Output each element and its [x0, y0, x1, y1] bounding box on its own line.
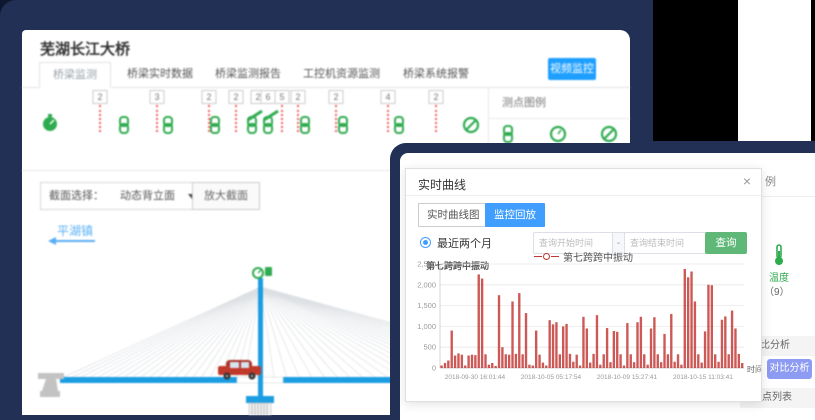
car — [218, 360, 261, 380]
tab-monitor-playback[interactable]: 监控回放 — [485, 203, 545, 227]
chain-legend-icon — [502, 125, 514, 143]
legend-partial-text: 例 — [765, 173, 776, 189]
alarm-dash-line — [387, 105, 389, 132]
svg-text:0: 0 — [432, 364, 436, 373]
svg-text:2,000: 2,000 — [417, 280, 436, 289]
legend-line-icon — [551, 256, 559, 257]
dialog-header: 实时曲线 × — [406, 169, 761, 196]
tab-ipc-resource[interactable]: 工控机资源监测 — [290, 62, 393, 86]
sensor-badge: 2 — [229, 90, 244, 104]
svg-text:2018-10-05 05:17:54: 2018-10-05 05:17:54 — [521, 374, 582, 381]
temperature-count: （9） — [764, 283, 790, 298]
thermometer-icon — [773, 244, 785, 266]
chain-sensor-icon[interactable] — [337, 116, 349, 134]
alarm-dash-line — [99, 105, 101, 132]
inclinometer-needles-icon — [246, 108, 286, 122]
desktop-black-gap — [653, 0, 738, 141]
temperature-label: 温度 — [769, 269, 789, 284]
no-entry-icon[interactable] — [462, 116, 480, 134]
tab-bar: 桥梁监测 桥梁实时数据 桥梁监测报告 工控机资源监测 桥梁系统报警 — [22, 62, 630, 88]
compare-analysis-button[interactable]: 对比分析 — [767, 359, 812, 379]
vibration-chart: 第七跨跨中振动 05001,0001,5002,0002,5002018-09-… — [406, 259, 761, 391]
chain-sensor-icon[interactable] — [209, 116, 221, 134]
tab-realtime-curve[interactable]: 实时曲线图 — [418, 203, 489, 227]
gauge-legend-icon — [549, 125, 567, 143]
sensor-badge: 2 — [93, 90, 108, 104]
page-title: 芜湖长江大桥 — [40, 38, 130, 59]
chain-sensor-icon[interactable] — [118, 116, 130, 134]
svg-text:500: 500 — [423, 343, 436, 352]
x-axis-name: 时间 — [747, 364, 761, 374]
chain-sensor-icon[interactable] — [299, 116, 311, 134]
legend-panel-border — [488, 88, 489, 143]
realtime-curve-dialog: 实时曲线 × 实时曲线图 监控回放 最近两个月 - 查询 第七跨跨中振动 第七跨… — [405, 168, 762, 402]
bridge-abutment — [38, 373, 64, 397]
close-icon[interactable]: × — [743, 173, 751, 189]
tab-bridge-monitor[interactable]: 桥梁监测 — [39, 62, 111, 88]
svg-text:2018-09-30 16:01:44: 2018-09-30 16:01:44 — [445, 374, 506, 381]
legend-panel-divider — [488, 118, 630, 119]
sensor-badge: 2 — [329, 90, 344, 104]
alarm-dash-line — [235, 105, 237, 132]
tab-realtime-data[interactable]: 桥梁实时数据 — [114, 62, 206, 86]
no-entry-legend-icon — [600, 125, 618, 143]
chart-bars — [440, 269, 743, 368]
tower-top-sensor-icon — [253, 267, 272, 278]
sensor-badge: 2 — [202, 90, 217, 104]
svg-text:1,500: 1,500 — [417, 301, 436, 310]
direction-arrow-icon — [55, 240, 95, 242]
tab-monitor-report[interactable]: 桥梁监测报告 — [202, 62, 294, 86]
bridge-piles — [249, 403, 271, 415]
alarm-dash-line — [156, 105, 158, 132]
timer-sensor-icon[interactable] — [41, 114, 59, 132]
sensor-badge: 2 — [429, 90, 444, 104]
section-select-group: 截面选择： 动态背立面 — [40, 182, 205, 210]
video-monitor-button[interactable]: 视频监控 — [548, 58, 596, 80]
svg-text:1,000: 1,000 — [417, 322, 436, 331]
dialog-title: 实时曲线 — [418, 176, 466, 193]
background-window-strip — [738, 0, 811, 141]
curve-window: 例 温度 （9） 对比分析 对比分析 测点列表 实时曲线 × 实时曲线图 监控回… — [390, 143, 815, 420]
sensor-badge: 2 — [291, 90, 306, 104]
svg-text:2,500: 2,500 — [417, 260, 436, 269]
sensor-badge: 3 — [150, 90, 165, 104]
desktop-black-edge — [811, 0, 815, 141]
alarm-dash-line — [435, 105, 437, 132]
section-select-label: 截面选择： — [41, 183, 112, 209]
direction-label: 平湖镇 — [57, 222, 93, 239]
sensor-badge: 4 — [381, 90, 396, 104]
vibration-chart-svg: 第七跨跨中振动 05001,0001,5002,0002,5002018-09-… — [406, 259, 761, 391]
section-select[interactable]: 动态背立面 — [112, 183, 204, 209]
tab-system-alarm[interactable]: 桥梁系统报警 — [390, 62, 482, 86]
peek-divider — [762, 196, 815, 197]
legend-line-icon — [534, 256, 542, 257]
legend-panel-title: 测点图例 — [502, 94, 546, 110]
recent-two-months-radio[interactable] — [420, 237, 431, 248]
chain-sensor-icon[interactable] — [393, 116, 405, 134]
sensor-badge: 5 — [275, 90, 290, 104]
enlarge-section-button[interactable]: 放大截面 — [192, 182, 260, 210]
section-select-value: 动态背立面 — [120, 190, 175, 202]
svg-text:2018-10-09 15:27:41: 2018-10-09 15:27:41 — [597, 374, 658, 381]
chain-sensor-icon[interactable] — [162, 116, 174, 134]
svg-text:2018-10-15 11:03:41: 2018-10-15 11:03:41 — [673, 374, 733, 381]
sensor-badge: 6 — [261, 90, 276, 104]
